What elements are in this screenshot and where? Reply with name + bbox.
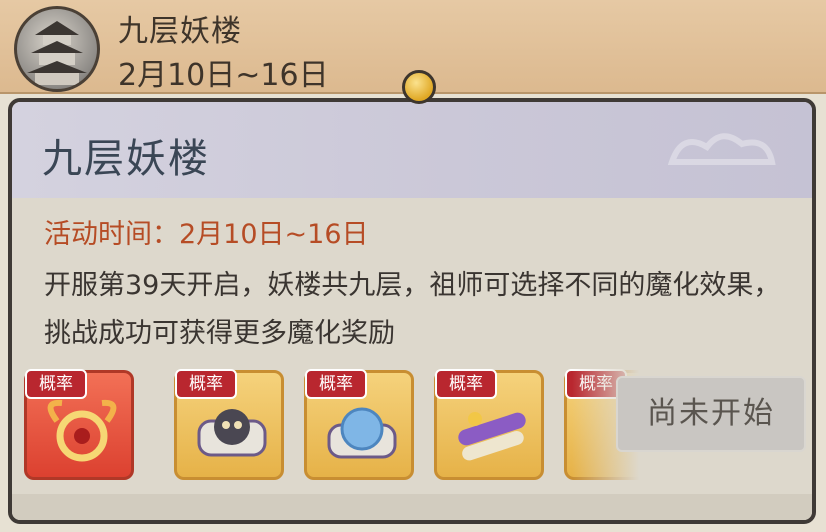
tower-avatar-icon <box>14 6 100 92</box>
phoenix-ring-icon <box>47 399 117 462</box>
purple-scroll-icon <box>458 412 526 461</box>
reward-item[interactable]: 概率 <box>24 369 134 480</box>
header-date: 2月10日~16日 <box>118 58 329 93</box>
reward-item[interactable]: 概率 <box>174 369 284 480</box>
reward-item[interactable]: 概率 <box>434 369 544 480</box>
event-time: 活动时间：2月10日~16日 <box>44 219 369 250</box>
pin-icon <box>402 70 436 104</box>
card-bottom-strip <box>12 494 812 520</box>
reward-item[interactable]: 概率 <box>304 369 414 480</box>
card-title: 九层妖楼 <box>42 136 210 182</box>
not-started-button[interactable]: 尚未开始 <box>616 376 806 452</box>
blue-orb-scroll-icon <box>327 407 397 459</box>
header-title: 九层妖楼 <box>118 14 242 49</box>
event-description: 开服第39天开启，妖楼共九层，祖师可选择不同的魔化效果，挑战成功可获得更多魔化奖… <box>44 270 781 349</box>
card-header: 九层妖楼 <box>12 102 812 198</box>
skull-scroll-icon <box>197 409 267 457</box>
event-detail-card: 九层妖楼 活动时间：2月10日~16日 开服第39天开启，妖楼共九层，祖师可选择… <box>8 98 816 524</box>
cloud-pattern-icon <box>667 133 776 165</box>
